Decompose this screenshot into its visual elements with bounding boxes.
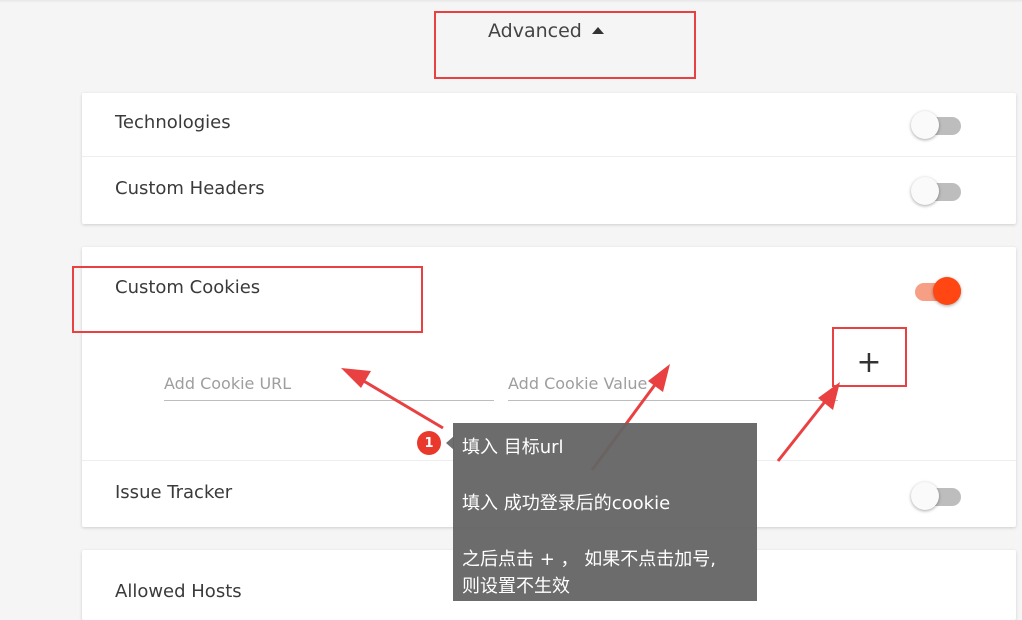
annotation-tooltip: 填入 目标url 填入 成功登录后的cookie 之后点击 + ， 如果不点击加… [453,423,757,601]
tooltip-line: 填入 成功登录后的cookie [462,493,671,514]
step-badge: 1 [417,431,441,455]
arrow-to-url-input [361,378,444,430]
tooltip-line: 之后点击 + ， 如果不点击加号, [462,549,716,570]
arrow-head [341,368,371,388]
tooltip-line: 则设置不生效 [462,576,570,597]
arrow-to-add-button [776,398,829,462]
tooltip-line: 填入 目标url [462,437,564,458]
